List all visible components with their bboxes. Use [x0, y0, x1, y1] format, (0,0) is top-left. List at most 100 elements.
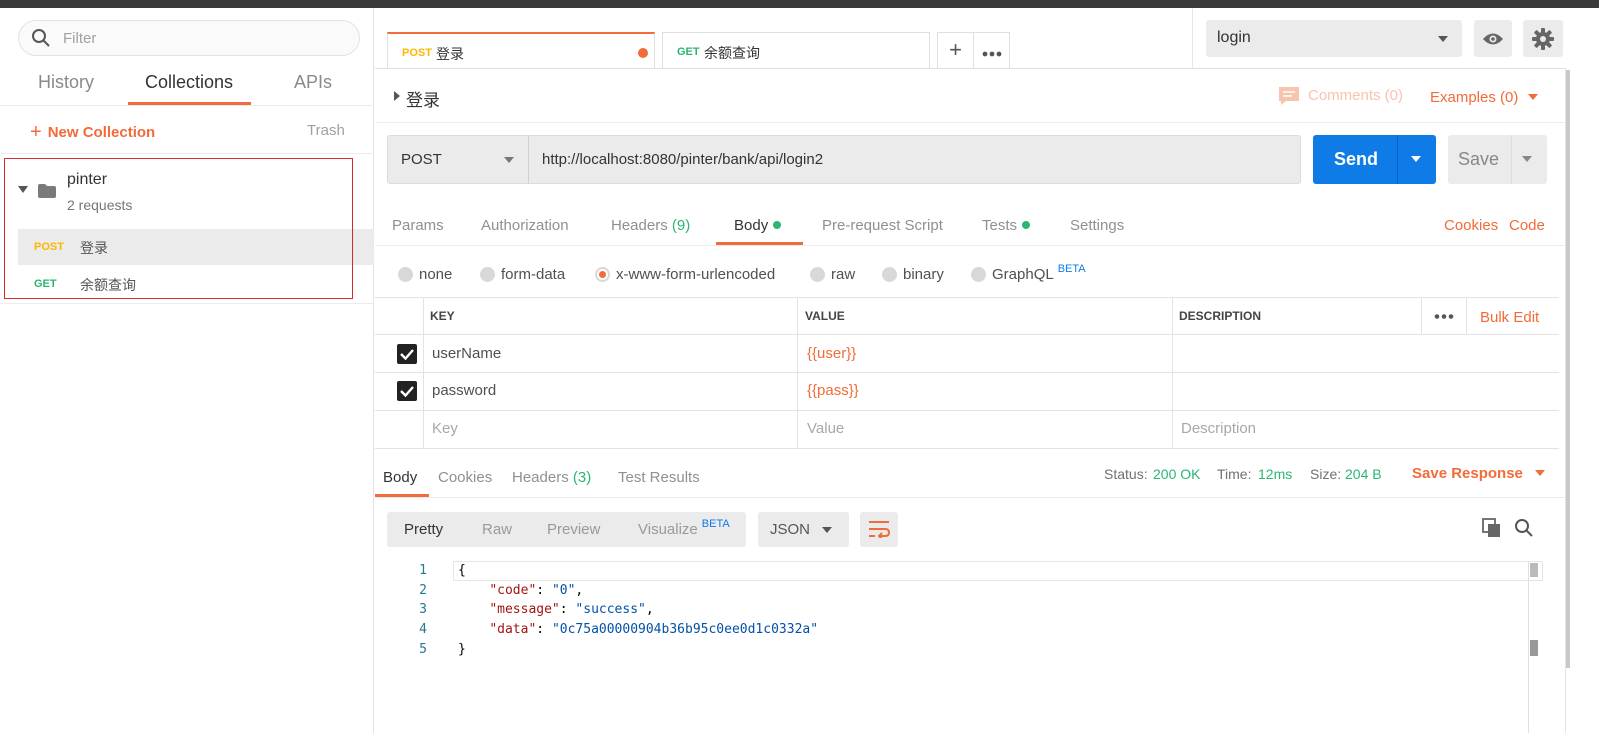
- graphql-label: GraphQL: [992, 266, 1054, 283]
- tab-tests-label: Tests: [982, 217, 1018, 234]
- divider: [1511, 135, 1512, 184]
- chevron-down-icon[interactable]: [1522, 156, 1532, 162]
- more-icon[interactable]: [1434, 314, 1454, 319]
- response-tab-headers[interactable]: Headers (3): [512, 469, 591, 486]
- trash-link[interactable]: Trash: [307, 122, 345, 139]
- column-header-value: VALUE: [805, 309, 845, 323]
- response-tab-body[interactable]: Body: [383, 469, 417, 486]
- code-line: "data": "0c75a00000904b36b95c0ee0d1c0332…: [489, 622, 819, 637]
- scroll-thumb[interactable]: [1530, 640, 1538, 656]
- json-value: "0c75a00000904b36b95c0ee0d1c0332a": [551, 622, 819, 637]
- environment-select[interactable]: login: [1206, 20, 1462, 57]
- radio-label: none: [419, 266, 453, 283]
- line-number: 5: [419, 642, 427, 657]
- search-icon[interactable]: [1514, 518, 1534, 538]
- json-brace: {: [458, 563, 466, 578]
- wrap-lines-button[interactable]: [860, 512, 898, 547]
- request-tab-login[interactable]: POST 登录: [387, 32, 655, 69]
- new-description-input[interactable]: Description: [1181, 420, 1256, 437]
- size-value[interactable]: 204 B: [1345, 466, 1382, 482]
- view-visualize-button[interactable]: Visualize BETA: [638, 518, 730, 538]
- format-select[interactable]: JSON: [758, 512, 849, 547]
- view-raw-button[interactable]: Raw: [482, 521, 512, 538]
- tab-method: POST: [402, 47, 432, 59]
- row-checkbox[interactable]: [397, 344, 417, 364]
- sidebar: History Collections APIs + New Collection…: [0, 8, 374, 733]
- tab-pre-request-script[interactable]: Pre-request Script: [822, 217, 943, 234]
- param-value[interactable]: {{user}}: [807, 345, 856, 362]
- send-button[interactable]: Send: [1313, 135, 1436, 184]
- divider: [0, 303, 374, 304]
- table-border: [375, 410, 1559, 411]
- tab-headers[interactable]: Headers (9): [611, 217, 690, 234]
- tab-history[interactable]: History: [38, 72, 94, 93]
- tab-apis[interactable]: APIs: [294, 72, 332, 93]
- chevron-down-icon: [1534, 470, 1545, 476]
- new-key-input[interactable]: Key: [432, 420, 458, 437]
- environment-quick-look-button[interactable]: [1474, 20, 1512, 57]
- tab-body-label: Body: [734, 217, 769, 234]
- tab-settings[interactable]: Settings: [1070, 217, 1124, 234]
- response-tab-test-results[interactable]: Test Results: [618, 469, 700, 486]
- chevron-down-icon: [1438, 36, 1448, 42]
- tab-name: 登录: [436, 46, 464, 62]
- request-title[interactable]: 登录: [406, 86, 440, 111]
- view-preview-button[interactable]: Preview: [547, 521, 600, 538]
- page-scroll-thumb[interactable]: [1566, 70, 1570, 668]
- save-button[interactable]: Save: [1448, 135, 1547, 184]
- send-label: Send: [1334, 149, 1379, 169]
- json-value: "0": [551, 583, 576, 598]
- column-header-key: KEY: [430, 309, 455, 323]
- tab-options-button[interactable]: [973, 32, 1010, 69]
- tab-collections[interactable]: Collections: [145, 72, 233, 93]
- status-value[interactable]: 200 OK: [1153, 466, 1200, 482]
- beta-badge: BETA: [701, 518, 730, 530]
- new-collection-button[interactable]: + New Collection: [30, 120, 155, 143]
- radio-circle: [398, 267, 413, 282]
- response-tab-cookies[interactable]: Cookies: [438, 469, 492, 486]
- row-checkbox[interactable]: [397, 381, 417, 401]
- environment-value: login: [1217, 29, 1251, 46]
- request-tab-balance[interactable]: GET 余额查询: [662, 32, 930, 69]
- param-value[interactable]: {{pass}}: [807, 382, 859, 399]
- examples-dropdown[interactable]: Examples (0): [1430, 89, 1539, 106]
- method-select[interactable]: POST: [387, 135, 529, 184]
- tab-method: GET: [677, 46, 700, 58]
- filter-input[interactable]: [63, 27, 343, 49]
- bulk-edit-link[interactable]: Bulk Edit: [1480, 309, 1539, 326]
- plus-icon: +: [30, 121, 42, 143]
- url-input[interactable]: http://localhost:8080/pinter/bank/api/lo…: [528, 135, 1301, 184]
- param-key[interactable]: userName: [432, 345, 501, 362]
- code-link[interactable]: Code: [1509, 217, 1545, 234]
- json-key: "code": [489, 583, 537, 598]
- method-value: POST: [401, 151, 442, 168]
- unsaved-indicator: [638, 48, 648, 58]
- new-tab-button[interactable]: +: [937, 32, 974, 69]
- json-brace: }: [458, 642, 466, 657]
- tab-authorization[interactable]: Authorization: [481, 217, 569, 234]
- manage-environments-button[interactable]: [1523, 20, 1563, 57]
- param-key[interactable]: password: [432, 382, 496, 399]
- save-label: Save: [1458, 149, 1500, 169]
- filter-box[interactable]: [18, 20, 360, 56]
- code-line: "message": "success",: [489, 602, 654, 617]
- table-border: [375, 372, 1559, 373]
- view-pretty-button[interactable]: Pretty: [404, 521, 443, 538]
- copy-icon[interactable]: [1482, 518, 1502, 538]
- column-header-description: DESCRIPTION: [1179, 309, 1262, 323]
- cookies-link[interactable]: Cookies: [1444, 217, 1498, 234]
- new-value-input[interactable]: Value: [807, 420, 844, 437]
- time-value[interactable]: 12ms: [1258, 466, 1292, 482]
- page-scrollbar[interactable]: [1565, 68, 1599, 733]
- chevron-down-icon[interactable]: [1411, 156, 1421, 162]
- tab-tests[interactable]: Tests: [982, 217, 1031, 234]
- response-headers-label: Headers: [512, 469, 569, 486]
- divider: [375, 68, 1565, 69]
- eye-icon: [1483, 33, 1503, 45]
- tab-params[interactable]: Params: [392, 217, 444, 234]
- line-number: 4: [419, 622, 427, 637]
- tab-body[interactable]: Body: [734, 217, 782, 234]
- save-response-dropdown[interactable]: Save Response: [1412, 465, 1545, 482]
- comments-link[interactable]: Comments (0): [1308, 87, 1403, 104]
- chevron-right-icon[interactable]: [394, 91, 400, 101]
